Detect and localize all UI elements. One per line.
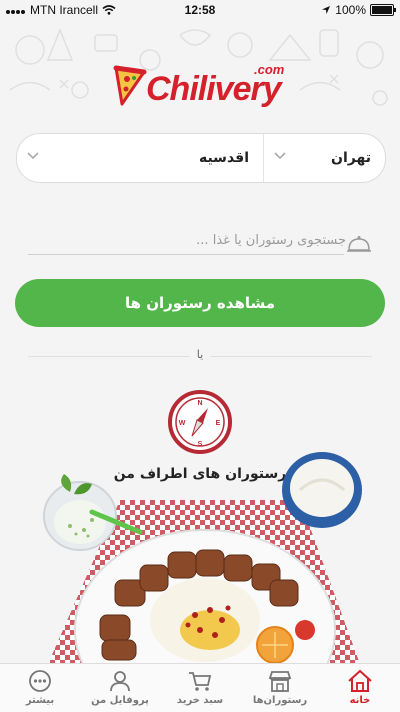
tab-restaurants[interactable]: رستوران‌ها — [240, 664, 320, 712]
kebab-plate-illustration — [43, 452, 362, 664]
cart-icon — [189, 672, 212, 691]
status-bar: MTN Irancell 12:58 100% — [0, 0, 400, 20]
city-value: تهران — [331, 150, 371, 166]
battery-percent: 100% — [335, 3, 366, 17]
search-field — [28, 226, 348, 255]
svg-text:W: W — [179, 420, 186, 427]
battery-icon — [370, 4, 396, 16]
area-select[interactable]: اقدسیه — [17, 134, 264, 182]
chevron-down-icon — [27, 152, 39, 160]
tab-label: بیشتر — [25, 695, 55, 706]
tab-more[interactable]: بیشتر — [0, 664, 80, 712]
view-restaurants-button[interactable]: مشاهده رستوران ها — [15, 279, 385, 327]
tab-home[interactable]: خانه — [320, 664, 400, 712]
bottom-tab-bar: بیشتر پروفایل من سبد خرید رستوران‌ها خان… — [0, 663, 400, 712]
user-icon — [110, 671, 130, 692]
cloche-icon — [347, 236, 371, 252]
pizza-slice-icon — [113, 65, 147, 106]
more-icon — [29, 670, 51, 692]
svg-text:N: N — [197, 400, 202, 407]
tab-label: سبد خرید — [176, 695, 224, 706]
tab-cart[interactable]: سبد خرید — [160, 664, 240, 712]
search-input[interactable] — [28, 226, 348, 254]
system-status: 100% — [321, 3, 396, 17]
tab-label: خانه — [349, 695, 371, 706]
store-icon — [268, 671, 292, 692]
city-select[interactable]: تهران — [264, 134, 385, 182]
home-icon — [348, 669, 372, 692]
area-value: اقدسیه — [198, 150, 249, 166]
brand-suffix: .com — [254, 62, 285, 77]
tab-label: پروفایل من — [91, 695, 149, 706]
tab-profile[interactable]: پروفایل من — [80, 664, 160, 712]
tab-label: رستوران‌ها — [252, 695, 308, 706]
chilivery-logo: Chilivery .com — [112, 58, 292, 110]
chevron-down-icon — [274, 152, 286, 160]
svg-text:E: E — [216, 420, 221, 427]
location-arrow-icon — [322, 6, 331, 14]
location-selector: اقدسیه تهران — [16, 133, 386, 183]
or-label: یا — [190, 348, 210, 361]
